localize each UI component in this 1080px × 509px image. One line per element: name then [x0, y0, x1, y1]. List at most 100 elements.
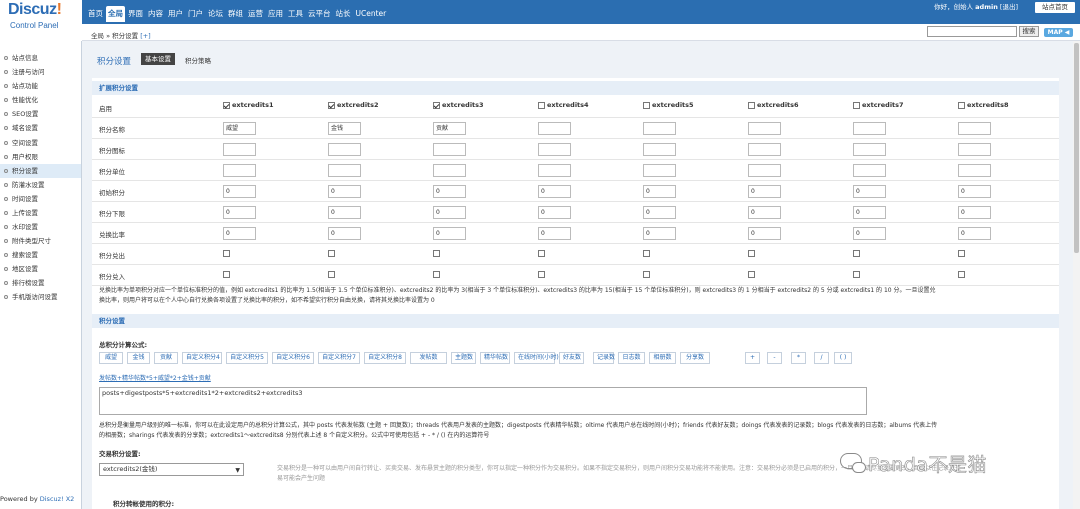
nav-item[interactable]: 用户 [166, 6, 185, 22]
credit-unit-input[interactable] [853, 164, 886, 177]
sidebar-item[interactable]: 地区设置 [0, 262, 81, 276]
search-input[interactable] [927, 26, 1017, 37]
sidebar-item[interactable]: 上传设置 [0, 206, 81, 220]
initial-credit-input[interactable]: 0 [958, 185, 991, 198]
credit-unit-input[interactable] [538, 164, 571, 177]
credit-unit-input[interactable] [643, 164, 676, 177]
sidebar-item[interactable]: 性能优化 [0, 93, 81, 107]
credit-title-input[interactable] [853, 122, 886, 135]
formula-insert-button[interactable]: 贡献 [154, 352, 178, 364]
exchange-out-checkbox[interactable] [853, 250, 860, 257]
credit-unit-input[interactable] [748, 164, 781, 177]
credit-icon-input[interactable] [643, 143, 676, 156]
formula-insert-button[interactable]: 自定义积分7 [318, 352, 360, 364]
nav-item[interactable]: 首页 [86, 6, 105, 22]
sidebar-item[interactable]: 防灌水设置 [0, 178, 81, 192]
nav-item[interactable]: 工具 [286, 6, 305, 22]
initial-credit-input[interactable]: 0 [433, 185, 466, 198]
credit-icon-input[interactable] [328, 143, 361, 156]
credit-title-input[interactable]: 贡献 [433, 122, 466, 135]
exchange-in-checkbox[interactable] [433, 271, 440, 278]
exchange-out-checkbox[interactable] [433, 250, 440, 257]
credit-lower-input[interactable]: 0 [538, 206, 571, 219]
enable-checkbox[interactable] [958, 101, 965, 109]
formula-insert-button[interactable]: * [791, 352, 806, 364]
credit-unit-input[interactable] [433, 164, 466, 177]
sidebar-item[interactable]: 积分设置 [0, 164, 81, 178]
initial-credit-input[interactable]: 0 [538, 185, 571, 198]
credit-title-input[interactable] [748, 122, 781, 135]
credit-lower-input[interactable]: 0 [328, 206, 361, 219]
enable-checkbox[interactable] [223, 101, 230, 109]
exchange-ratio-input[interactable]: 0 [223, 227, 256, 240]
credit-title-input[interactable] [958, 122, 991, 135]
exchange-ratio-input[interactable]: 0 [328, 227, 361, 240]
sidebar-item[interactable]: 水印设置 [0, 220, 81, 234]
credit-lower-input[interactable]: 0 [853, 206, 886, 219]
exchange-ratio-input[interactable]: 0 [433, 227, 466, 240]
powered-link[interactable]: Discuz! X2 [40, 495, 75, 503]
sidebar-item[interactable]: 时间设置 [0, 192, 81, 206]
formula-insert-button[interactable]: / [814, 352, 829, 364]
username[interactable]: admin [975, 3, 998, 11]
formula-insert-button[interactable]: 分享数 [680, 352, 710, 364]
formula-insert-button[interactable]: 发帖数 [410, 352, 447, 364]
credit-icon-input[interactable] [748, 143, 781, 156]
exchange-out-checkbox[interactable] [538, 250, 545, 257]
credit-lower-input[interactable]: 0 [223, 206, 256, 219]
sidebar-item[interactable]: 注册与访问 [0, 65, 81, 79]
exchange-in-checkbox[interactable] [958, 271, 965, 278]
sidebar-item[interactable]: 域名设置 [0, 121, 81, 135]
formula-insert-button[interactable]: 精华帖数 [480, 352, 510, 364]
sidebar-item[interactable]: 用户权限 [0, 150, 81, 164]
formula-insert-button[interactable]: 主题数 [451, 352, 476, 364]
exchange-out-checkbox[interactable] [958, 250, 965, 257]
sidebar-item[interactable]: 空间设置 [0, 136, 81, 150]
credit-lower-input[interactable]: 0 [958, 206, 991, 219]
tab-credit-policy[interactable]: 积分策略 [185, 55, 211, 65]
formula-insert-button[interactable]: 自定义积分8 [364, 352, 406, 364]
initial-credit-input[interactable]: 0 [748, 185, 781, 198]
credit-unit-input[interactable] [328, 164, 361, 177]
credit-icon-input[interactable] [538, 143, 571, 156]
formula-insert-button[interactable]: 日志数 [618, 352, 645, 364]
formula-insert-button[interactable]: + [745, 352, 760, 364]
sidebar-item[interactable]: 附件类型尺寸 [0, 234, 81, 248]
exchange-ratio-input[interactable]: 0 [643, 227, 676, 240]
credit-title-input[interactable]: 威望 [223, 122, 256, 135]
formula-insert-button[interactable]: 威望 [99, 352, 123, 364]
nav-item[interactable]: 论坛 [206, 6, 225, 22]
exchange-in-checkbox[interactable] [538, 271, 545, 278]
sidebar-item[interactable]: 手机版访问设置 [0, 290, 81, 304]
trade-credit-select[interactable]: extcredits2(金钱) ▼ [99, 463, 244, 476]
formula-insert-button[interactable]: 自定义积分6 [272, 352, 314, 364]
credit-lower-input[interactable]: 0 [433, 206, 466, 219]
exchange-ratio-input[interactable]: 0 [748, 227, 781, 240]
add-shortcut-link[interactable]: [+] [140, 32, 151, 40]
initial-credit-input[interactable]: 0 [853, 185, 886, 198]
enable-checkbox[interactable] [748, 101, 755, 109]
enable-checkbox[interactable] [643, 101, 650, 109]
exchange-ratio-input[interactable]: 0 [958, 227, 991, 240]
formula-insert-button[interactable]: 自定义积分5 [226, 352, 268, 364]
site-home-button[interactable]: 站点首页 [1035, 2, 1075, 13]
exchange-out-checkbox[interactable] [328, 250, 335, 257]
sidebar-item[interactable]: 排行榜设置 [0, 276, 81, 290]
formula-insert-button[interactable]: 自定义积分4 [182, 352, 222, 364]
nav-item[interactable]: 内容 [146, 6, 165, 22]
credit-icon-input[interactable] [433, 143, 466, 156]
nav-item[interactable]: 界面 [126, 6, 145, 22]
initial-credit-input[interactable]: 0 [328, 185, 361, 198]
formula-insert-button[interactable]: ( ) [834, 352, 852, 364]
logo[interactable]: Discuz! Control Panel [0, 0, 82, 35]
nav-item[interactable]: 运营 [246, 6, 265, 22]
exchange-in-checkbox[interactable] [748, 271, 755, 278]
sidebar-item[interactable]: SEO设置 [0, 107, 81, 121]
exchange-ratio-input[interactable]: 0 [853, 227, 886, 240]
credit-icon-input[interactable] [958, 143, 991, 156]
credit-unit-input[interactable] [223, 164, 256, 177]
exchange-in-checkbox[interactable] [328, 271, 335, 278]
nav-item[interactable]: UCenter [354, 6, 389, 22]
nav-item[interactable]: 门户 [186, 6, 205, 22]
formula-insert-button[interactable]: 相册数 [649, 352, 676, 364]
